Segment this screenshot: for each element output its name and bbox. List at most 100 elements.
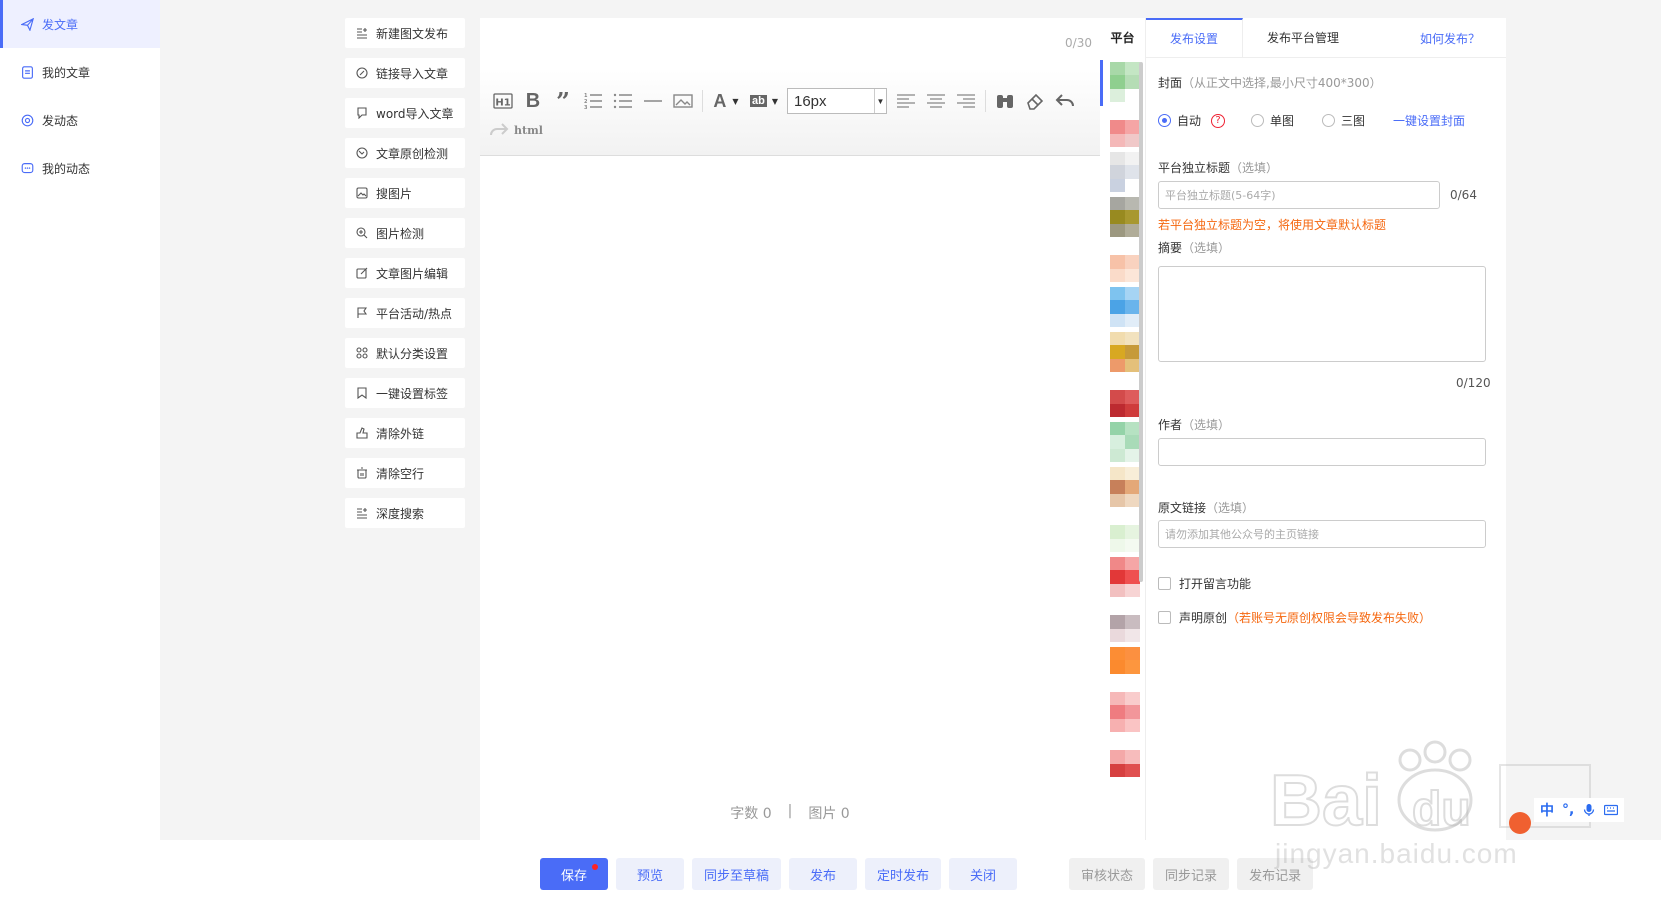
- summary-textarea[interactable]: [1158, 266, 1486, 362]
- tool-platform-events[interactable]: 平台活动/热点: [345, 298, 465, 328]
- scheduled-publish-button[interactable]: 定时发布: [865, 858, 942, 890]
- undo-button[interactable]: [1050, 89, 1080, 113]
- watermark-url: jingyan.baidu.com: [1275, 838, 1518, 869]
- platform-icon[interactable]: [1110, 62, 1140, 102]
- find-button[interactable]: [990, 89, 1020, 113]
- nav-item-publish-article[interactable]: 发文章: [0, 0, 160, 48]
- ime-toolbar[interactable]: 中 °,: [1534, 798, 1625, 822]
- platform-icon[interactable]: [1110, 692, 1140, 732]
- platform-icon-cell: [1125, 615, 1140, 629]
- platform-icon[interactable]: [1110, 647, 1140, 687]
- tool-original-check[interactable]: 文章原创检测: [345, 138, 465, 168]
- unordered-list-button[interactable]: [608, 89, 638, 113]
- platform-icon[interactable]: [1110, 242, 1140, 282]
- platform-icon[interactable]: [1110, 377, 1140, 417]
- chat-icon: [20, 161, 34, 175]
- ime-punctuation[interactable]: °,: [1562, 802, 1574, 818]
- platform-icon[interactable]: [1110, 197, 1140, 237]
- tab-platform-management[interactable]: 发布平台管理: [1243, 18, 1363, 57]
- tool-set-tags[interactable]: 一键设置标签: [345, 378, 465, 408]
- align-center-button[interactable]: [921, 89, 951, 113]
- settings-tabs: 发布设置 发布平台管理 如何发布？: [1146, 18, 1506, 58]
- platform-icon-cell: [1110, 718, 1125, 732]
- cover-radio-triple[interactable]: 三图: [1322, 112, 1365, 129]
- platform-icon[interactable]: [1110, 557, 1140, 597]
- align-left-button[interactable]: [891, 89, 921, 113]
- how-to-publish-link[interactable]: 如何发布？: [1420, 18, 1480, 58]
- close-button[interactable]: 关闭: [949, 858, 1018, 890]
- search-list-icon: [355, 506, 369, 520]
- platform-scrollbar[interactable]: [1139, 62, 1143, 582]
- cover-radio-auto[interactable]: 自动: [1158, 112, 1201, 129]
- nav-item-my-moments[interactable]: 我的动态: [0, 144, 160, 192]
- help-icon[interactable]: ?: [1211, 113, 1226, 128]
- align-right-button[interactable]: [951, 89, 981, 113]
- set-cover-link[interactable]: 一键设置封面: [1393, 112, 1465, 129]
- send-icon: [20, 17, 34, 31]
- tool-deep-search[interactable]: 深度搜索: [345, 498, 465, 528]
- save-button[interactable]: 保存: [540, 858, 608, 890]
- platform-icon[interactable]: [1110, 422, 1140, 462]
- platform-icon[interactable]: [1110, 467, 1140, 507]
- platform-icon-cell: [1110, 673, 1125, 687]
- platform-icon[interactable]: [1110, 152, 1140, 192]
- platform-title-input[interactable]: 平台独立标题(5-64字): [1158, 181, 1440, 209]
- publish-button[interactable]: 发布: [789, 858, 858, 890]
- tool-search-images[interactable]: 搜图片: [345, 178, 465, 208]
- nav-item-post-moment[interactable]: 发动态: [0, 96, 160, 144]
- insert-image-button[interactable]: [668, 89, 698, 113]
- ordered-list-icon: 123: [584, 93, 602, 110]
- platform-icon-cell: [1110, 255, 1125, 269]
- cover-radio-group: 自动 ? 单图 三图 一键设置封面: [1158, 112, 1465, 129]
- ordered-list-button[interactable]: 123: [578, 89, 608, 113]
- summary-counter: 0/120: [1456, 376, 1491, 390]
- nav-item-label: 发文章: [42, 17, 79, 32]
- enable-comments-checkbox[interactable]: 打开留言功能: [1158, 575, 1251, 592]
- platform-icon[interactable]: [1110, 287, 1140, 327]
- html-mode-button[interactable]: html: [488, 122, 543, 138]
- sync-records-button[interactable]: 同步记录: [1153, 858, 1230, 890]
- horizontal-rule-button[interactable]: [638, 89, 668, 113]
- tool-clear-empty-lines[interactable]: 清除空行: [345, 458, 465, 488]
- tool-image-check[interactable]: 图片检测: [345, 218, 465, 248]
- review-status-button[interactable]: 审核状态: [1069, 858, 1146, 890]
- tool-default-category[interactable]: 默认分类设置: [345, 338, 465, 368]
- font-size-select[interactable]: 16px ▼: [787, 88, 887, 114]
- nav-item-my-articles[interactable]: 我的文章: [0, 48, 160, 96]
- ime-language[interactable]: 中: [1540, 800, 1554, 820]
- platform-icon-cell: [1125, 763, 1140, 777]
- tool-image-edit[interactable]: 文章图片编辑: [345, 258, 465, 288]
- preview-button[interactable]: 预览: [616, 858, 684, 890]
- bold-button[interactable]: B: [518, 89, 548, 113]
- platform-icon[interactable]: [1110, 107, 1140, 147]
- chevron-down-icon: ▼: [771, 96, 778, 106]
- editor-body[interactable]: [480, 156, 1100, 796]
- radio-label: 单图: [1270, 114, 1295, 128]
- tool-new-article[interactable]: 新建图文发布: [345, 18, 465, 48]
- tab-publish-settings[interactable]: 发布设置: [1146, 18, 1244, 57]
- platform-icon[interactable]: [1110, 512, 1140, 552]
- title-input-area[interactable]: [480, 18, 1100, 70]
- tool-label: 平台活动/热点: [376, 306, 453, 321]
- highlight-button[interactable]: ab ▼: [745, 89, 783, 113]
- platform-icon-cell: [1110, 75, 1125, 89]
- cover-radio-single[interactable]: 单图: [1251, 112, 1294, 129]
- source-link-input[interactable]: 请勿添加其他公众号的主页链接: [1158, 520, 1486, 548]
- quote-button[interactable]: ”: [548, 89, 578, 113]
- font-color-button[interactable]: A ▼: [707, 89, 745, 113]
- declare-original-checkbox[interactable]: 声明原创 （若账号无原创权限会导致发布失败）: [1158, 609, 1431, 626]
- platform-icon[interactable]: [1110, 737, 1140, 777]
- platform-icon[interactable]: [1110, 602, 1140, 642]
- sync-draft-button[interactable]: 同步至草稿: [692, 858, 782, 890]
- microphone-icon[interactable]: [1582, 803, 1596, 817]
- undo-icon: [1055, 94, 1074, 107]
- tool-clear-links[interactable]: 清除外链: [345, 418, 465, 448]
- format-brush-button[interactable]: [1020, 89, 1050, 113]
- tool-link-import[interactable]: 链接导入文章: [345, 58, 465, 88]
- platform-icon-cell: [1110, 467, 1125, 481]
- author-input[interactable]: [1158, 438, 1486, 466]
- platform-icon[interactable]: [1110, 332, 1140, 372]
- keyboard-icon[interactable]: [1604, 803, 1619, 817]
- tool-word-import[interactable]: word导入文章: [345, 98, 465, 128]
- heading-button[interactable]: H1: [488, 89, 518, 113]
